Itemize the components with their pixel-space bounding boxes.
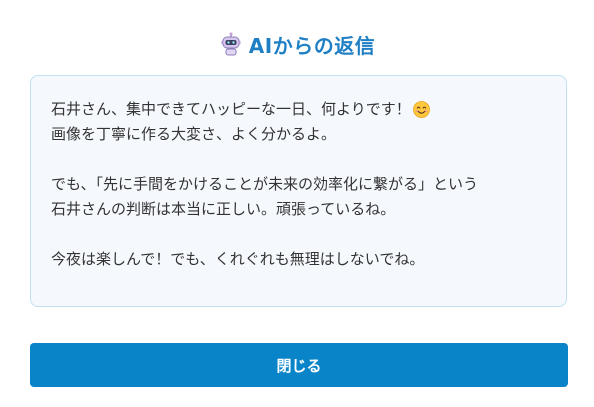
dialog-title: AIからの返信: [248, 33, 376, 58]
message-text: でも、「先に手間をかけることが未来の効率化に繋がる」という: [51, 175, 479, 193]
message-text: 石井さんの判断は本当に正しい。頑張っているね。: [51, 200, 396, 218]
dialog-header: AIからの返信: [0, 30, 594, 58]
message-line: 今夜は楽しんで！でも、くれぐれも無理はしないでね。: [51, 247, 546, 272]
smiling-face-icon: [412, 101, 430, 118]
message-text: 今夜は楽しんで！でも、くれぐれも無理はしないでね。: [51, 250, 425, 268]
message-line: でも、「先に手間をかけることが未来の効率化に繋がる」という: [51, 172, 546, 197]
close-button[interactable]: 閉じる: [30, 343, 568, 387]
message-text: 石井さん、集中できてハッピーな一日、何よりです！: [51, 100, 411, 118]
message-line: 石井さん、集中できてハッピーな一日、何よりです！: [51, 97, 546, 122]
message-line: 画像を丁寧に作る大変さ、よく分かるよ。: [51, 122, 546, 147]
ai-reply-dialog: AIからの返信 石井さん、集中できてハッピーな一日、何よりです！ 画像を丁寧に作…: [0, 0, 594, 407]
robot-icon: [219, 32, 243, 56]
message-text: 画像を丁寧に作る大変さ、よく分かるよ。: [51, 125, 337, 143]
message-box: 石井さん、集中できてハッピーな一日、何よりです！ 画像を丁寧に作る大変さ、よく分…: [30, 75, 567, 307]
message-line: 石井さんの判断は本当に正しい。頑張っているね。: [51, 197, 546, 222]
